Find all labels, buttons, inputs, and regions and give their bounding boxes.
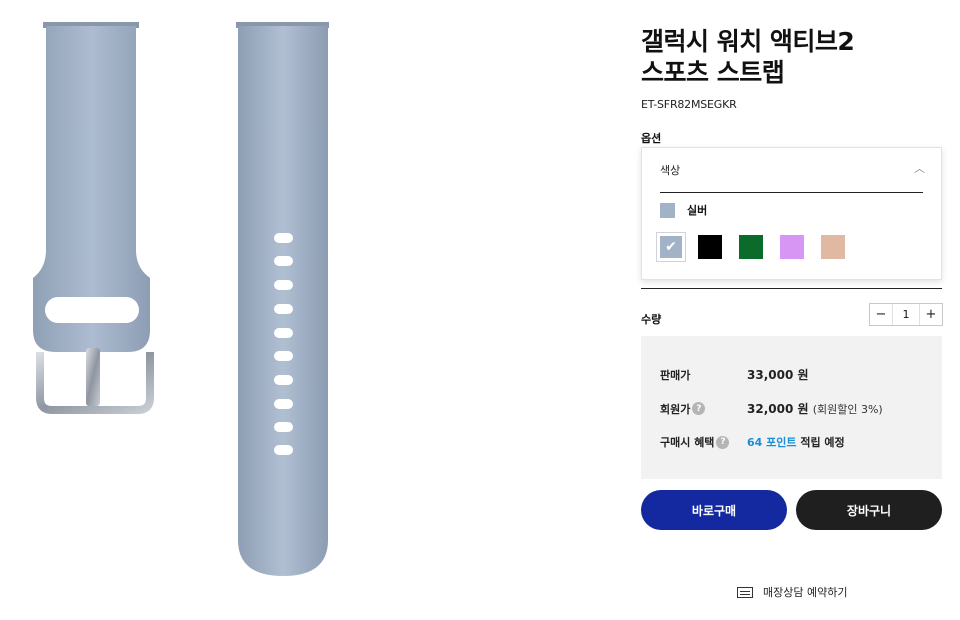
selected-color-name: 실버 bbox=[687, 204, 708, 217]
product-title-line1: 갤럭시 워치 액티브2 bbox=[641, 27, 855, 56]
divider bbox=[641, 288, 942, 289]
swatch-black[interactable] bbox=[698, 235, 722, 259]
member-price-amount: 32,000 원 bbox=[747, 402, 809, 416]
product-info-panel: 갤럭시 워치 액티브2 스포츠 스트랩 ET-SFR82MSEGKR 옵션 색상… bbox=[641, 26, 943, 599]
sale-price-row: 판매가 33,000 원 bbox=[660, 366, 809, 383]
member-price-label: 회원가 ? bbox=[660, 401, 747, 417]
swatch-lavender[interactable] bbox=[780, 235, 804, 259]
help-icon[interactable]: ? bbox=[692, 402, 706, 415]
quantity-stepper: − 1 + bbox=[869, 303, 943, 326]
quantity-plus-button[interactable]: + bbox=[920, 304, 942, 325]
color-swatches: ✔ bbox=[656, 232, 862, 262]
product-title-line2: 스포츠 스트랩 bbox=[641, 58, 785, 87]
member-price-row: 회원가 ? 32,000 원 (회원할인 3%) bbox=[660, 400, 883, 417]
color-dropdown-label[interactable]: 색상 bbox=[660, 162, 680, 178]
selected-color: 실버 bbox=[660, 202, 707, 218]
color-option-dropdown: 색상 ︿ 실버 ✔ bbox=[641, 147, 942, 280]
help-icon[interactable]: ? bbox=[716, 435, 730, 449]
swatch-green[interactable] bbox=[739, 235, 763, 259]
benefit-value: 64 포인트 적립 예정 bbox=[747, 434, 845, 450]
quantity-label: 수량 bbox=[641, 313, 662, 326]
benefit-label: 구매시 혜택 ? bbox=[660, 434, 747, 450]
product-title: 갤럭시 워치 액티브2 스포츠 스트랩 bbox=[641, 26, 943, 88]
divider bbox=[660, 192, 923, 193]
member-price-label-text: 회원가 bbox=[660, 402, 691, 416]
store-reservation-link[interactable]: 매장상담 예약하기 bbox=[737, 584, 847, 600]
store-reservation-label: 매장상담 예약하기 bbox=[763, 586, 848, 599]
store-icon bbox=[737, 586, 753, 598]
benefit-points: 64 포인트 bbox=[747, 436, 797, 449]
quantity-minus-button[interactable]: − bbox=[870, 304, 892, 325]
check-icon: ✔ bbox=[665, 239, 677, 255]
quantity-value[interactable]: 1 bbox=[892, 304, 920, 325]
strap-holes-half bbox=[236, 22, 329, 576]
sale-price-label: 판매가 bbox=[660, 368, 691, 382]
sale-price-value: 33,000 원 bbox=[747, 368, 809, 382]
selected-color-swatch bbox=[660, 202, 675, 218]
member-price-value: 32,000 원 (회원할인 3%) bbox=[747, 400, 883, 417]
strap-buckle-half bbox=[33, 22, 154, 414]
price-summary: 판매가 33,000 원 회원가 ? 32,000 원 (회원할인 3%) 구매… bbox=[641, 336, 942, 479]
member-discount: (회원할인 3%) bbox=[812, 403, 883, 416]
swatch-silver[interactable]: ✔ bbox=[656, 232, 686, 262]
benefit-row: 구매시 혜택 ? 64 포인트 적립 예정 bbox=[660, 434, 845, 450]
options-label: 옵션 bbox=[641, 132, 662, 145]
benefit-suffix: 적립 예정 bbox=[796, 436, 845, 449]
strap-image bbox=[33, 22, 329, 576]
chevron-up-icon[interactable]: ︿ bbox=[914, 160, 925, 176]
add-to-cart-button[interactable]: 장바구니 bbox=[796, 490, 942, 530]
product-sku: ET-SFR82MSEGKR bbox=[641, 98, 737, 111]
benefit-label-text: 구매시 혜택 bbox=[660, 436, 715, 449]
product-image bbox=[0, 0, 620, 620]
buy-now-button[interactable]: 바로구매 bbox=[641, 490, 787, 530]
swatch-pink[interactable] bbox=[821, 235, 845, 259]
